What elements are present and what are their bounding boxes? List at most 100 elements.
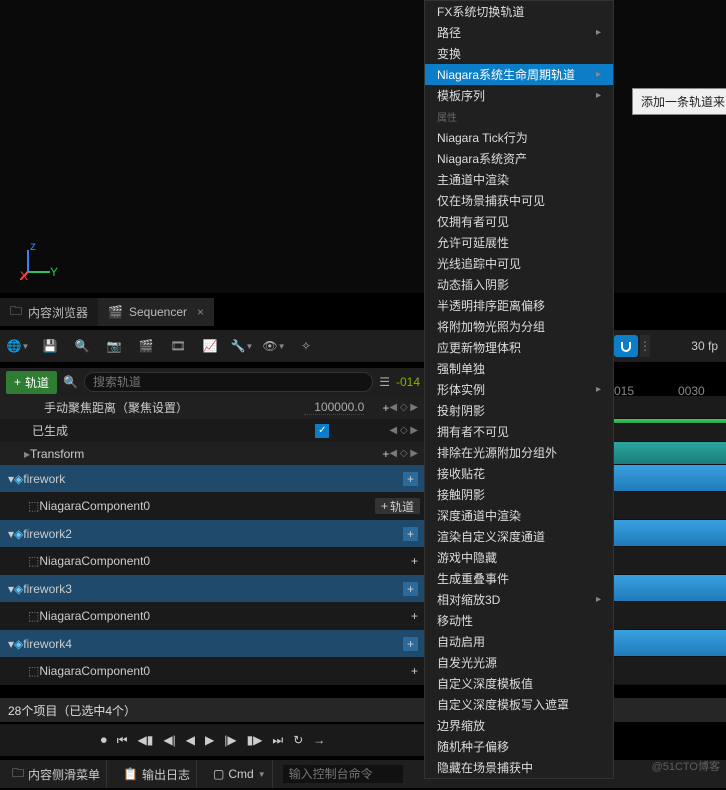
menu-item[interactable]: 拥有者不可见 xyxy=(425,421,613,442)
track-niagara-component[interactable]: ⬚ NiagaraComponent0 + xyxy=(0,547,426,575)
menu-item[interactable]: 排除在光源附加分组外 xyxy=(425,442,613,463)
goto-start-icon[interactable]: ⏮ xyxy=(117,733,128,748)
menu-item[interactable]: 仅在场景捕获中可见 xyxy=(425,190,613,211)
plus-icon[interactable]: + xyxy=(403,472,418,486)
track-niagara-component[interactable]: ⬚ NiagaraComponent0 + xyxy=(0,602,426,630)
step-fwd-icon[interactable]: |▶ xyxy=(224,733,236,747)
add-track-badge[interactable]: + 轨道 xyxy=(375,498,420,514)
terminal-icon: ▢ xyxy=(213,767,224,781)
menu-item[interactable]: 渲染自定义深度通道 xyxy=(425,526,613,547)
plus-icon[interactable]: + xyxy=(411,609,418,623)
loop-icon[interactable]: ↻ xyxy=(293,733,303,747)
menu-item[interactable]: FX系统切换轨道 xyxy=(425,1,613,22)
actor-firework4[interactable]: ▾ ◈ firework4 + xyxy=(0,630,426,657)
track-niagara-component[interactable]: ⬚ NiagaraComponent0 + 轨道 xyxy=(0,492,426,520)
menu-item[interactable]: 隐藏在场景捕获中 xyxy=(425,757,613,778)
track-transform[interactable]: ▸ Transform + ◀ ◇ ▶ xyxy=(0,442,426,465)
key-nav[interactable]: ◀ ◇ ▶ xyxy=(389,448,418,459)
tab-sequencer[interactable]: 🎬 Sequencer × xyxy=(98,298,214,326)
menu-item[interactable]: 生成重叠事件 xyxy=(425,568,613,589)
menu-item[interactable]: 自发光光源 xyxy=(425,652,613,673)
play-reverse-icon[interactable]: ◀ xyxy=(186,733,195,747)
plus-icon[interactable]: + xyxy=(382,401,389,415)
timeline-tracks[interactable] xyxy=(614,396,726,685)
menu-item[interactable]: 允许可延展性 xyxy=(425,232,613,253)
eye-icon[interactable]: 👁▼ xyxy=(264,336,284,356)
snap-options[interactable]: ⋮ xyxy=(640,335,650,357)
viewport[interactable]: z Y X xyxy=(0,0,726,293)
menu-item[interactable]: 主通道中渲染 xyxy=(425,169,613,190)
add-track-button[interactable]: + 轨道 xyxy=(6,371,57,394)
plus-icon[interactable]: + xyxy=(411,664,418,678)
snap-toggle[interactable] xyxy=(614,335,638,357)
menu-item[interactable]: 动态插入阴影 xyxy=(425,274,613,295)
step-back-keyframe-icon[interactable]: ◀▮ xyxy=(138,733,154,747)
plus-icon[interactable]: + xyxy=(382,447,389,461)
menu-item[interactable]: 应更新物理体积 xyxy=(425,337,613,358)
plus-icon[interactable]: + xyxy=(403,637,418,651)
curve-icon[interactable]: 📈 xyxy=(200,336,220,356)
checkbox-on[interactable]: ✓ xyxy=(315,424,329,438)
menu-item[interactable]: 形体实例▸ xyxy=(425,379,613,400)
camera-icon[interactable]: 📷 xyxy=(104,336,124,356)
menu-item[interactable]: 路径▸ xyxy=(425,22,613,43)
clapper-icon[interactable]: 🎬 xyxy=(136,336,156,356)
find-icon[interactable]: 🔍 xyxy=(72,336,92,356)
menu-item[interactable]: 强制单独 xyxy=(425,358,613,379)
menu-item[interactable]: 模板序列▸ xyxy=(425,85,613,106)
cmd-dropdown[interactable]: ▢ Cmd ▼ xyxy=(207,760,273,788)
track-niagara-component[interactable]: ⬚ NiagaraComponent0 + xyxy=(0,657,426,685)
menu-item[interactable]: 游戏中隐藏 xyxy=(425,547,613,568)
menu-item[interactable]: Niagara Tick行为 xyxy=(425,127,613,148)
menu-item[interactable]: 半透明排序距离偏移 xyxy=(425,295,613,316)
menu-item[interactable]: 自定义深度模板值 xyxy=(425,673,613,694)
menu-item[interactable]: 接触阴影 xyxy=(425,484,613,505)
actor-firework[interactable]: ▾ ◈ firework + xyxy=(0,465,426,492)
key-nav[interactable]: ◀ ◇ ▶ xyxy=(389,402,418,413)
menu-item[interactable]: 接收贴花 xyxy=(425,463,613,484)
menu-item[interactable]: 深度通道中渲染 xyxy=(425,505,613,526)
plus-icon[interactable]: + xyxy=(403,527,418,541)
step-fwd-keyframe-icon[interactable]: ▮▶ xyxy=(247,733,263,747)
close-icon[interactable]: × xyxy=(197,305,204,319)
menu-item[interactable]: 随机种子偏移 xyxy=(425,736,613,757)
menu-item[interactable]: 移动性 xyxy=(425,610,613,631)
menu-item[interactable]: 自动启用 xyxy=(425,631,613,652)
filter-icon[interactable]: ☰ xyxy=(379,375,390,389)
wrench-icon[interactable]: 🔧▼ xyxy=(232,336,252,356)
fx-icon[interactable]: ✧ xyxy=(296,336,316,356)
time-value[interactable]: -014 xyxy=(396,375,420,389)
track-manual-focus[interactable]: 手动聚焦距离（聚焦设置） 100000.0 + ◀ ◇ ▶ xyxy=(0,396,426,419)
fps-label[interactable]: 30 fp xyxy=(691,339,718,353)
arrow-right-icon[interactable]: → xyxy=(313,733,325,747)
track-generated[interactable]: 已生成 ✓ ◀ ◇ ▶ xyxy=(0,419,426,442)
key-nav[interactable]: ◀ ◇ ▶ xyxy=(389,425,418,436)
console-input[interactable] xyxy=(283,765,403,783)
menu-item[interactable]: 光线追踪中可见 xyxy=(425,253,613,274)
menu-item[interactable]: 仅拥有者可见 xyxy=(425,211,613,232)
tab-content-browser[interactable]: 🗀 内容浏览器 xyxy=(0,298,98,326)
world-icon[interactable]: 🌐▼ xyxy=(8,336,28,356)
output-log-button[interactable]: 📋 输出日志 xyxy=(117,760,197,788)
content-drawer-button[interactable]: 🗀 内容侧滑菜单 xyxy=(6,760,107,788)
menu-item[interactable]: 相对缩放3D▸ xyxy=(425,589,613,610)
menu-item[interactable]: 边界缩放 xyxy=(425,715,613,736)
actor-firework2[interactable]: ▾ ◈ firework2 + xyxy=(0,520,426,547)
plus-icon[interactable]: + xyxy=(403,582,418,596)
search-input[interactable] xyxy=(84,372,373,392)
plus-icon[interactable]: + xyxy=(411,554,418,568)
step-back-icon[interactable]: ◀| xyxy=(163,733,175,747)
menu-item[interactable]: 投射阴影 xyxy=(425,400,613,421)
menu-item[interactable]: Niagara系统生命周期轨道▸ xyxy=(425,64,613,85)
menu-item[interactable]: Niagara系统资产 xyxy=(425,148,613,169)
play-icon[interactable]: ▶ xyxy=(205,733,214,747)
actor-firework3[interactable]: ▾ ◈ firework3 + xyxy=(0,575,426,602)
record-icon[interactable]: ⏺ xyxy=(101,733,107,748)
goto-end-icon[interactable]: ⏭ xyxy=(272,733,283,748)
menu-item[interactable]: 自定义深度模板写入遮罩 xyxy=(425,694,613,715)
menu-item[interactable]: 变换 xyxy=(425,43,613,64)
track-value[interactable]: 100000.0 xyxy=(304,400,364,415)
save-icon[interactable]: 💾 xyxy=(40,336,60,356)
director-icon[interactable]: 🎞 xyxy=(168,336,188,356)
menu-item[interactable]: 将附加物光照为分组 xyxy=(425,316,613,337)
